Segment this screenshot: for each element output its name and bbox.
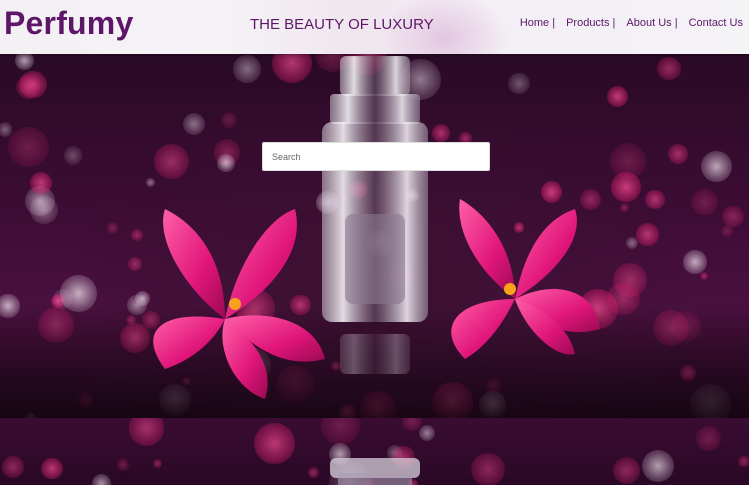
search-input[interactable] <box>262 142 490 171</box>
nav-home-link[interactable]: Home | <box>520 17 555 29</box>
site-logo[interactable]: Perfumy <box>4 5 133 42</box>
perfume-bottle-illustration <box>0 56 749 418</box>
main-nav: Home | Products | About Us | Contact Us <box>520 17 743 29</box>
hero-banner-image <box>0 54 749 418</box>
perfume-bottle-cap-illustration <box>330 458 420 485</box>
nav-about-link[interactable]: About Us | <box>626 17 677 29</box>
secondary-banner-image <box>0 418 749 485</box>
site-tagline: THE BEAUTY OF LUXURY <box>250 16 434 33</box>
nav-contact-link[interactable]: Contact Us <box>689 17 743 29</box>
nav-products-link[interactable]: Products | <box>566 17 615 29</box>
site-header: Perfumy THE BEAUTY OF LUXURY Home | Prod… <box>0 0 749 54</box>
